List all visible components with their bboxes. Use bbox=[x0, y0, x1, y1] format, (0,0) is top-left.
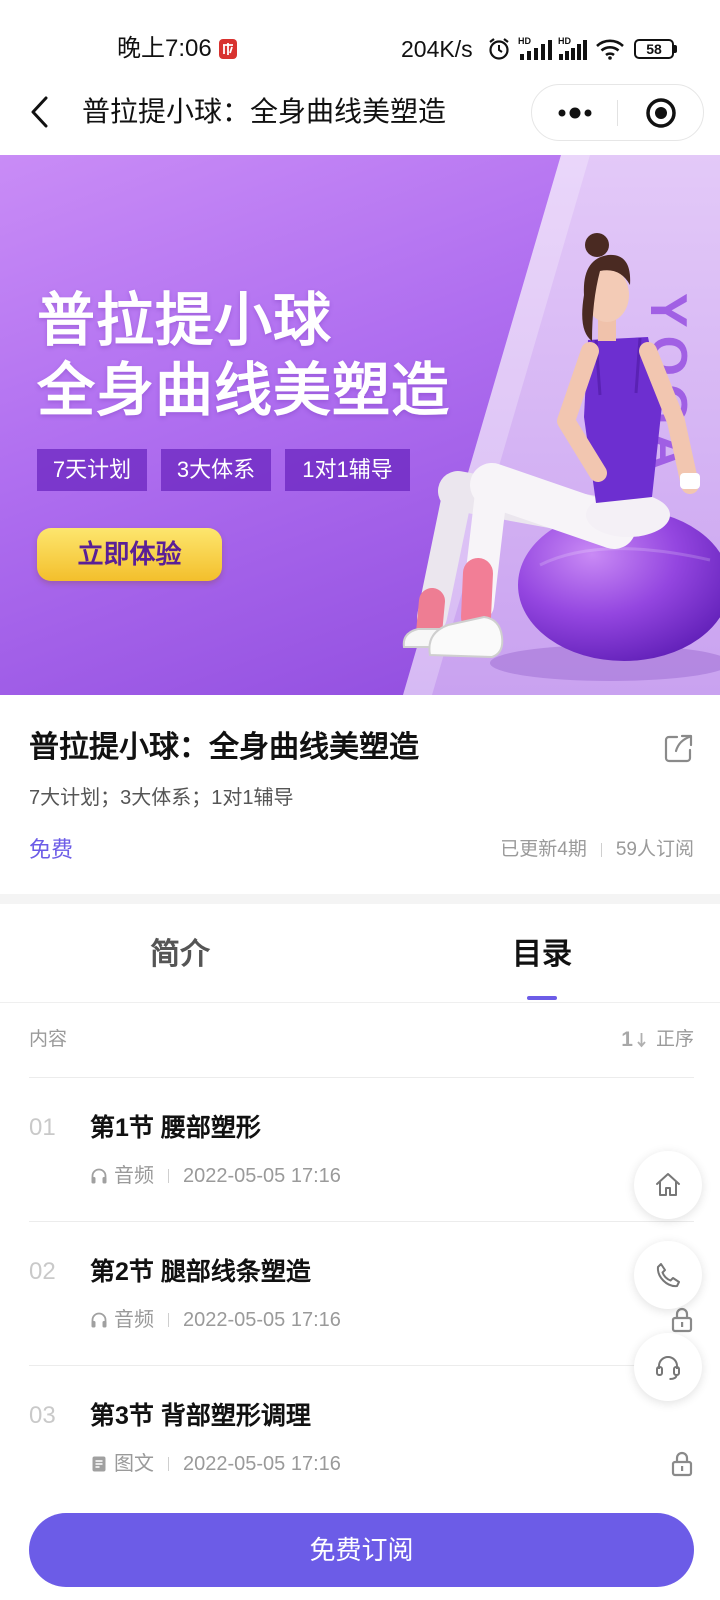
item-meta: 音频 2022-05-05 17:16 bbox=[90, 1306, 341, 1334]
network-speed: 204K/s bbox=[401, 36, 473, 62]
banner-tag-tutoring: 1对1辅导 bbox=[285, 449, 410, 491]
item-date: 2022-05-05 17:16 bbox=[183, 1453, 341, 1475]
item-title[interactable]: 第1节 腰部塑形 bbox=[90, 1110, 261, 1146]
tab-catalog[interactable]: 目录 bbox=[362, 933, 720, 977]
target-icon bbox=[645, 97, 676, 128]
item-meta: 音频 2022-05-05 17:16 bbox=[90, 1162, 341, 1190]
try-now-button[interactable]: 立即体验 bbox=[37, 528, 222, 581]
page-title: 普拉提小球：全身曲线美塑造 bbox=[82, 96, 447, 127]
miniprogram-capsule bbox=[531, 84, 704, 141]
close-miniprogram-button[interactable] bbox=[618, 85, 703, 140]
signal-hd-1-icon: HD bbox=[518, 36, 556, 62]
subscriber-count: 59人订阅 bbox=[615, 839, 694, 860]
item-number: 02 bbox=[29, 1258, 56, 1285]
item-type: 图文 bbox=[114, 1453, 154, 1475]
more-dots-icon bbox=[558, 107, 591, 118]
active-tab-indicator bbox=[527, 996, 557, 1000]
wifi-icon bbox=[595, 38, 625, 60]
banner-title-line1: 普拉提小球 bbox=[37, 288, 333, 353]
section-divider bbox=[0, 894, 720, 904]
course-banner[interactable]: YOGA 普拉提小球 全身曲线美塑造 7天计划 3大体系 1对1辅导 立即体验 bbox=[0, 155, 720, 695]
banner-title-line2: 全身曲线美塑造 bbox=[37, 358, 451, 423]
item-date: 2022-05-05 17:16 bbox=[183, 1309, 341, 1331]
bottom-bar: 免费订阅 bbox=[0, 1500, 720, 1600]
sort-label: 正序 bbox=[655, 1029, 694, 1050]
item-number: 01 bbox=[29, 1114, 56, 1141]
share-icon bbox=[664, 734, 693, 763]
item-type: 音频 bbox=[114, 1165, 154, 1187]
course-stats: 已更新4期 59人订阅 bbox=[500, 836, 694, 864]
item-type: 音频 bbox=[114, 1309, 154, 1331]
meta-divider bbox=[168, 1457, 169, 1471]
course-price: 免费 bbox=[29, 837, 74, 862]
course-subtitle: 7大计划；3大体系；1对1辅导 bbox=[29, 787, 294, 809]
sort-number: 1 bbox=[621, 1028, 633, 1051]
phone-button[interactable] bbox=[634, 1241, 702, 1309]
sort-arrow-down-icon bbox=[637, 1033, 646, 1048]
item-title[interactable]: 第2节 腿部线条塑造 bbox=[90, 1254, 311, 1290]
updated-count: 已更新4期 bbox=[500, 839, 587, 860]
back-button[interactable] bbox=[28, 94, 52, 130]
headphones-icon bbox=[91, 1168, 107, 1184]
list-item[interactable] bbox=[0, 1078, 720, 1221]
sort-toggle[interactable]: 1 正序 bbox=[621, 1026, 694, 1054]
item-title[interactable]: 第3节 背部塑形调理 bbox=[90, 1398, 311, 1434]
battery-icon: 58 bbox=[634, 38, 678, 60]
alarm-icon bbox=[487, 37, 511, 61]
home-button[interactable] bbox=[634, 1151, 702, 1219]
lock-icon bbox=[670, 1451, 694, 1477]
app-screen: 晚上7:06 204K/s HD HD 58 普拉提小球：全身曲线美塑造 YOG… bbox=[0, 0, 720, 1600]
headphones-icon bbox=[91, 1312, 107, 1328]
item-meta: 图文 2022-05-05 17:16 bbox=[90, 1450, 341, 1478]
item-number: 03 bbox=[29, 1402, 56, 1429]
signal-hd-2-icon: HD bbox=[558, 36, 590, 62]
chevron-left-icon bbox=[31, 96, 48, 128]
lock-icon bbox=[670, 1307, 694, 1333]
more-button[interactable] bbox=[532, 85, 617, 140]
status-time: 晚上7:06 bbox=[117, 35, 212, 62]
document-icon bbox=[92, 1456, 106, 1472]
item-date: 2022-05-05 17:16 bbox=[183, 1165, 341, 1187]
phone-icon bbox=[656, 1263, 680, 1288]
customer-service-button[interactable] bbox=[634, 1333, 702, 1401]
banner-tag-plan: 7天计划 bbox=[37, 449, 147, 491]
catalog-header: 内容 bbox=[29, 1029, 68, 1050]
tab-bar-border bbox=[0, 1002, 720, 1003]
meta-divider bbox=[168, 1313, 169, 1327]
meta-divider bbox=[600, 843, 602, 857]
meta-divider bbox=[168, 1169, 169, 1183]
headset-icon bbox=[656, 1356, 680, 1380]
battery-level: 58 bbox=[646, 41, 662, 57]
home-icon bbox=[656, 1173, 680, 1196]
course-title: 普拉提小球：全身曲线美塑造 bbox=[29, 731, 419, 764]
banner-tag-system: 3大体系 bbox=[161, 449, 271, 491]
subscribe-button[interactable]: 免费订阅 bbox=[29, 1513, 694, 1587]
share-button[interactable] bbox=[663, 733, 694, 764]
list-item[interactable] bbox=[0, 1222, 720, 1365]
store-notification-icon bbox=[219, 39, 237, 59]
tab-intro[interactable]: 简介 bbox=[0, 933, 360, 977]
